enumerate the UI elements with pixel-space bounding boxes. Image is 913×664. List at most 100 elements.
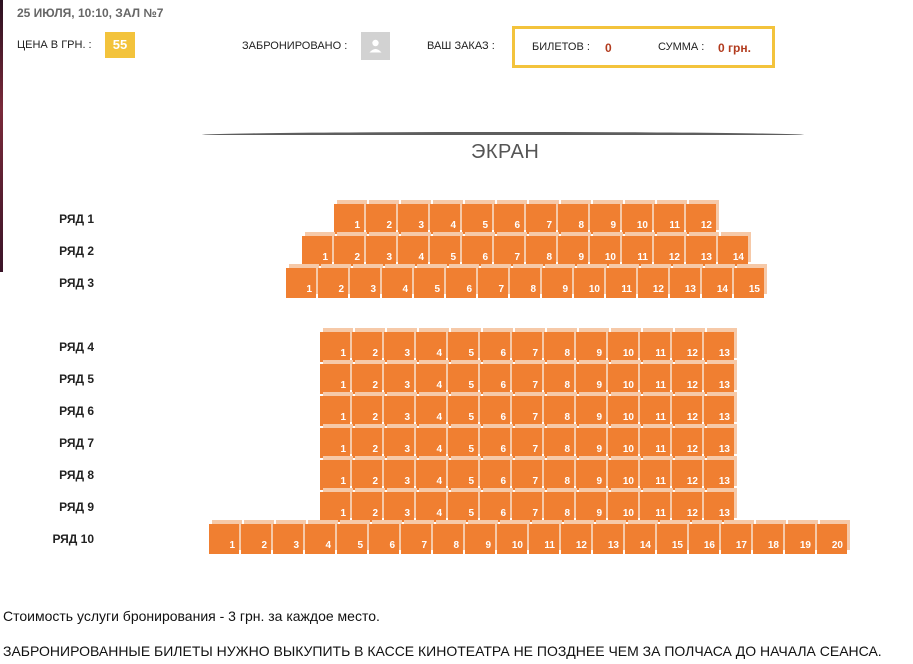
seat[interactable]: 12 [638, 268, 668, 298]
seat[interactable]: 13 [704, 492, 734, 522]
seat[interactable]: 13 [704, 428, 734, 458]
seat[interactable]: 9 [576, 460, 606, 490]
seat[interactable]: 16 [689, 524, 719, 554]
seat[interactable]: 3 [384, 396, 414, 426]
seat[interactable]: 2 [366, 204, 396, 234]
seat[interactable]: 9 [576, 428, 606, 458]
seat[interactable]: 2 [352, 396, 382, 426]
seat[interactable]: 5 [448, 428, 478, 458]
seat[interactable]: 4 [305, 524, 335, 554]
seat[interactable]: 3 [350, 268, 380, 298]
seat[interactable]: 13 [704, 364, 734, 394]
seat[interactable]: 7 [494, 236, 524, 266]
seat[interactable]: 1 [320, 396, 350, 426]
seat[interactable]: 2 [318, 268, 348, 298]
seat[interactable]: 11 [654, 204, 684, 234]
seat[interactable]: 9 [576, 364, 606, 394]
seat[interactable]: 9 [542, 268, 572, 298]
seat[interactable]: 1 [302, 236, 332, 266]
seat[interactable]: 9 [558, 236, 588, 266]
seat[interactable]: 19 [785, 524, 815, 554]
seat[interactable]: 13 [704, 332, 734, 362]
seat[interactable]: 8 [433, 524, 463, 554]
seat[interactable]: 6 [480, 492, 510, 522]
seat[interactable]: 4 [382, 268, 412, 298]
seat[interactable]: 12 [672, 396, 702, 426]
seat[interactable]: 5 [462, 204, 492, 234]
seat[interactable]: 6 [480, 428, 510, 458]
seat[interactable]: 9 [576, 396, 606, 426]
seat[interactable]: 10 [608, 492, 638, 522]
seat[interactable]: 13 [704, 396, 734, 426]
seat[interactable]: 6 [480, 396, 510, 426]
seat[interactable]: 3 [384, 460, 414, 490]
seat[interactable]: 5 [448, 364, 478, 394]
seat[interactable]: 15 [734, 268, 764, 298]
seat[interactable]: 6 [462, 236, 492, 266]
seat[interactable]: 4 [416, 460, 446, 490]
seat[interactable]: 13 [704, 460, 734, 490]
seat[interactable]: 20 [817, 524, 847, 554]
seat[interactable]: 5 [448, 332, 478, 362]
seat[interactable]: 10 [608, 460, 638, 490]
seat[interactable]: 13 [593, 524, 623, 554]
seat[interactable]: 2 [352, 332, 382, 362]
seat[interactable]: 7 [512, 428, 542, 458]
seat[interactable]: 2 [334, 236, 364, 266]
seat[interactable]: 7 [512, 460, 542, 490]
seat[interactable]: 14 [625, 524, 655, 554]
seat[interactable]: 10 [497, 524, 527, 554]
seat[interactable]: 9 [576, 332, 606, 362]
seat[interactable]: 3 [366, 236, 396, 266]
seat[interactable]: 11 [640, 364, 670, 394]
seat[interactable]: 3 [384, 428, 414, 458]
seat[interactable]: 2 [352, 460, 382, 490]
seat[interactable]: 15 [657, 524, 687, 554]
seat[interactable]: 2 [241, 524, 271, 554]
seat[interactable]: 8 [544, 460, 574, 490]
seat[interactable]: 8 [510, 268, 540, 298]
seat[interactable]: 6 [480, 332, 510, 362]
seat[interactable]: 11 [622, 236, 652, 266]
seat[interactable]: 5 [414, 268, 444, 298]
seat[interactable]: 7 [512, 492, 542, 522]
seat[interactable]: 5 [448, 396, 478, 426]
seat[interactable]: 7 [401, 524, 431, 554]
seat[interactable]: 11 [640, 332, 670, 362]
seat[interactable]: 4 [416, 396, 446, 426]
seat[interactable]: 8 [544, 332, 574, 362]
seat[interactable]: 3 [384, 364, 414, 394]
seat[interactable]: 6 [446, 268, 476, 298]
seat[interactable]: 12 [672, 460, 702, 490]
seat[interactable]: 9 [465, 524, 495, 554]
seat[interactable]: 1 [320, 460, 350, 490]
seat[interactable]: 11 [606, 268, 636, 298]
seat[interactable]: 2 [352, 492, 382, 522]
seat[interactable]: 12 [686, 204, 716, 234]
seat[interactable]: 12 [672, 492, 702, 522]
seat[interactable]: 1 [320, 428, 350, 458]
seat[interactable]: 13 [686, 236, 716, 266]
seat[interactable]: 7 [526, 204, 556, 234]
seat[interactable]: 8 [558, 204, 588, 234]
seat[interactable]: 10 [590, 236, 620, 266]
seat[interactable]: 8 [544, 396, 574, 426]
seat[interactable]: 1 [334, 204, 364, 234]
seat[interactable]: 9 [590, 204, 620, 234]
seat[interactable]: 8 [526, 236, 556, 266]
seat[interactable]: 11 [640, 428, 670, 458]
seat[interactable]: 7 [512, 396, 542, 426]
seat[interactable]: 14 [702, 268, 732, 298]
seat[interactable]: 12 [672, 332, 702, 362]
seat[interactable]: 3 [273, 524, 303, 554]
seat[interactable]: 1 [320, 332, 350, 362]
seat[interactable]: 10 [622, 204, 652, 234]
seat[interactable]: 10 [608, 332, 638, 362]
seat[interactable]: 11 [640, 460, 670, 490]
seat[interactable]: 3 [384, 332, 414, 362]
seat[interactable]: 7 [478, 268, 508, 298]
seat[interactable]: 18 [753, 524, 783, 554]
seat[interactable]: 8 [544, 364, 574, 394]
seat[interactable]: 4 [398, 236, 428, 266]
seat[interactable]: 8 [544, 492, 574, 522]
